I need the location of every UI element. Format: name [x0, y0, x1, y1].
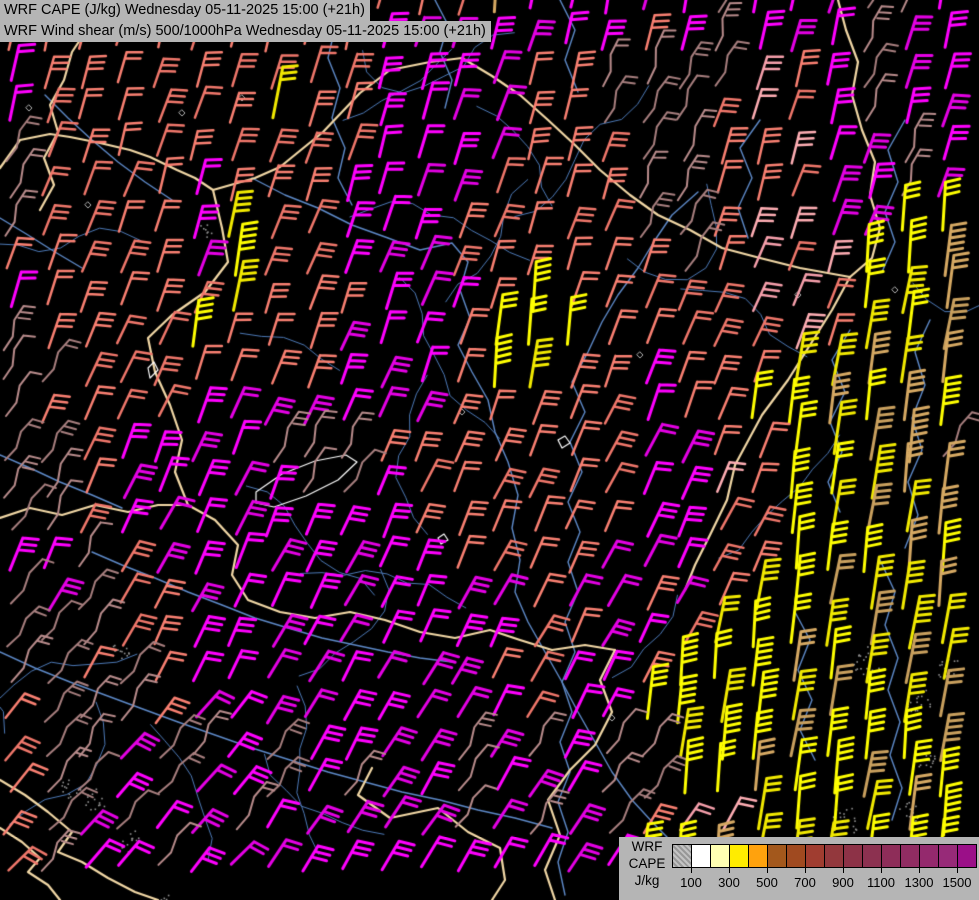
legend-swatch	[920, 845, 939, 867]
legend-swatch	[673, 845, 692, 867]
legend-tick-label: 1300	[904, 875, 934, 890]
legend-swatch	[863, 845, 882, 867]
legend-tick-label: 1100	[867, 875, 895, 890]
legend-tick-label: 700	[794, 875, 816, 890]
legend-swatch	[901, 845, 920, 867]
map-title-cape-line: WRF CAPE (J/kg) Wednesday 05-11-2025 15:…	[0, 0, 370, 21]
legend-tick	[881, 868, 882, 873]
legend-tick	[691, 868, 692, 873]
legend-tick	[843, 868, 844, 873]
legend-tick	[767, 868, 768, 873]
legend-swatch	[768, 845, 787, 867]
map-title-shear-line: WRF Wind shear (m/s) 500/1000hPa Wednesd…	[0, 21, 491, 42]
legend-swatch	[825, 845, 844, 867]
legend-swatch	[844, 845, 863, 867]
legend-swatch	[787, 845, 806, 867]
legend-tick-label: 300	[718, 875, 740, 890]
legend-title-line: J/kg	[634, 873, 660, 888]
legend-title-line: WRF	[631, 839, 663, 854]
legend-tick-label: 1500	[942, 875, 972, 890]
legend-swatch	[882, 845, 901, 867]
legend-swatch	[939, 845, 958, 867]
legend-title-line: CAPE	[628, 856, 666, 871]
legend-swatch	[749, 845, 768, 867]
cape-legend: WRF CAPE J/kg 100 300 500 700 900 1100 1300 1500	[619, 837, 979, 900]
map-title-cape-text: WRF CAPE (J/kg) Wednesday 05-11-2025 15:…	[4, 2, 365, 18]
legend-swatch	[806, 845, 825, 867]
legend-swatch	[692, 845, 711, 867]
legend-colorbar	[672, 844, 977, 868]
legend-title: WRF CAPE J/kg	[621, 838, 673, 889]
map-title-shear-text: WRF Wind shear (m/s) 500/1000hPa Wednesd…	[4, 23, 486, 39]
legend-tick	[919, 868, 920, 873]
legend-tick-label: 500	[756, 875, 778, 890]
legend-swatch	[958, 845, 976, 867]
weather-map-stage: WRF CAPE (J/kg) Wednesday 05-11-2025 15:…	[0, 0, 979, 900]
legend-tick	[729, 868, 730, 873]
legend-tick	[805, 868, 806, 873]
legend-swatch	[730, 845, 749, 867]
legend-tick	[957, 868, 958, 873]
weather-map-canvas	[0, 0, 979, 900]
legend-tick-label: 900	[832, 875, 854, 890]
legend-swatch	[711, 845, 730, 867]
legend-tick-label: 100	[680, 875, 702, 890]
